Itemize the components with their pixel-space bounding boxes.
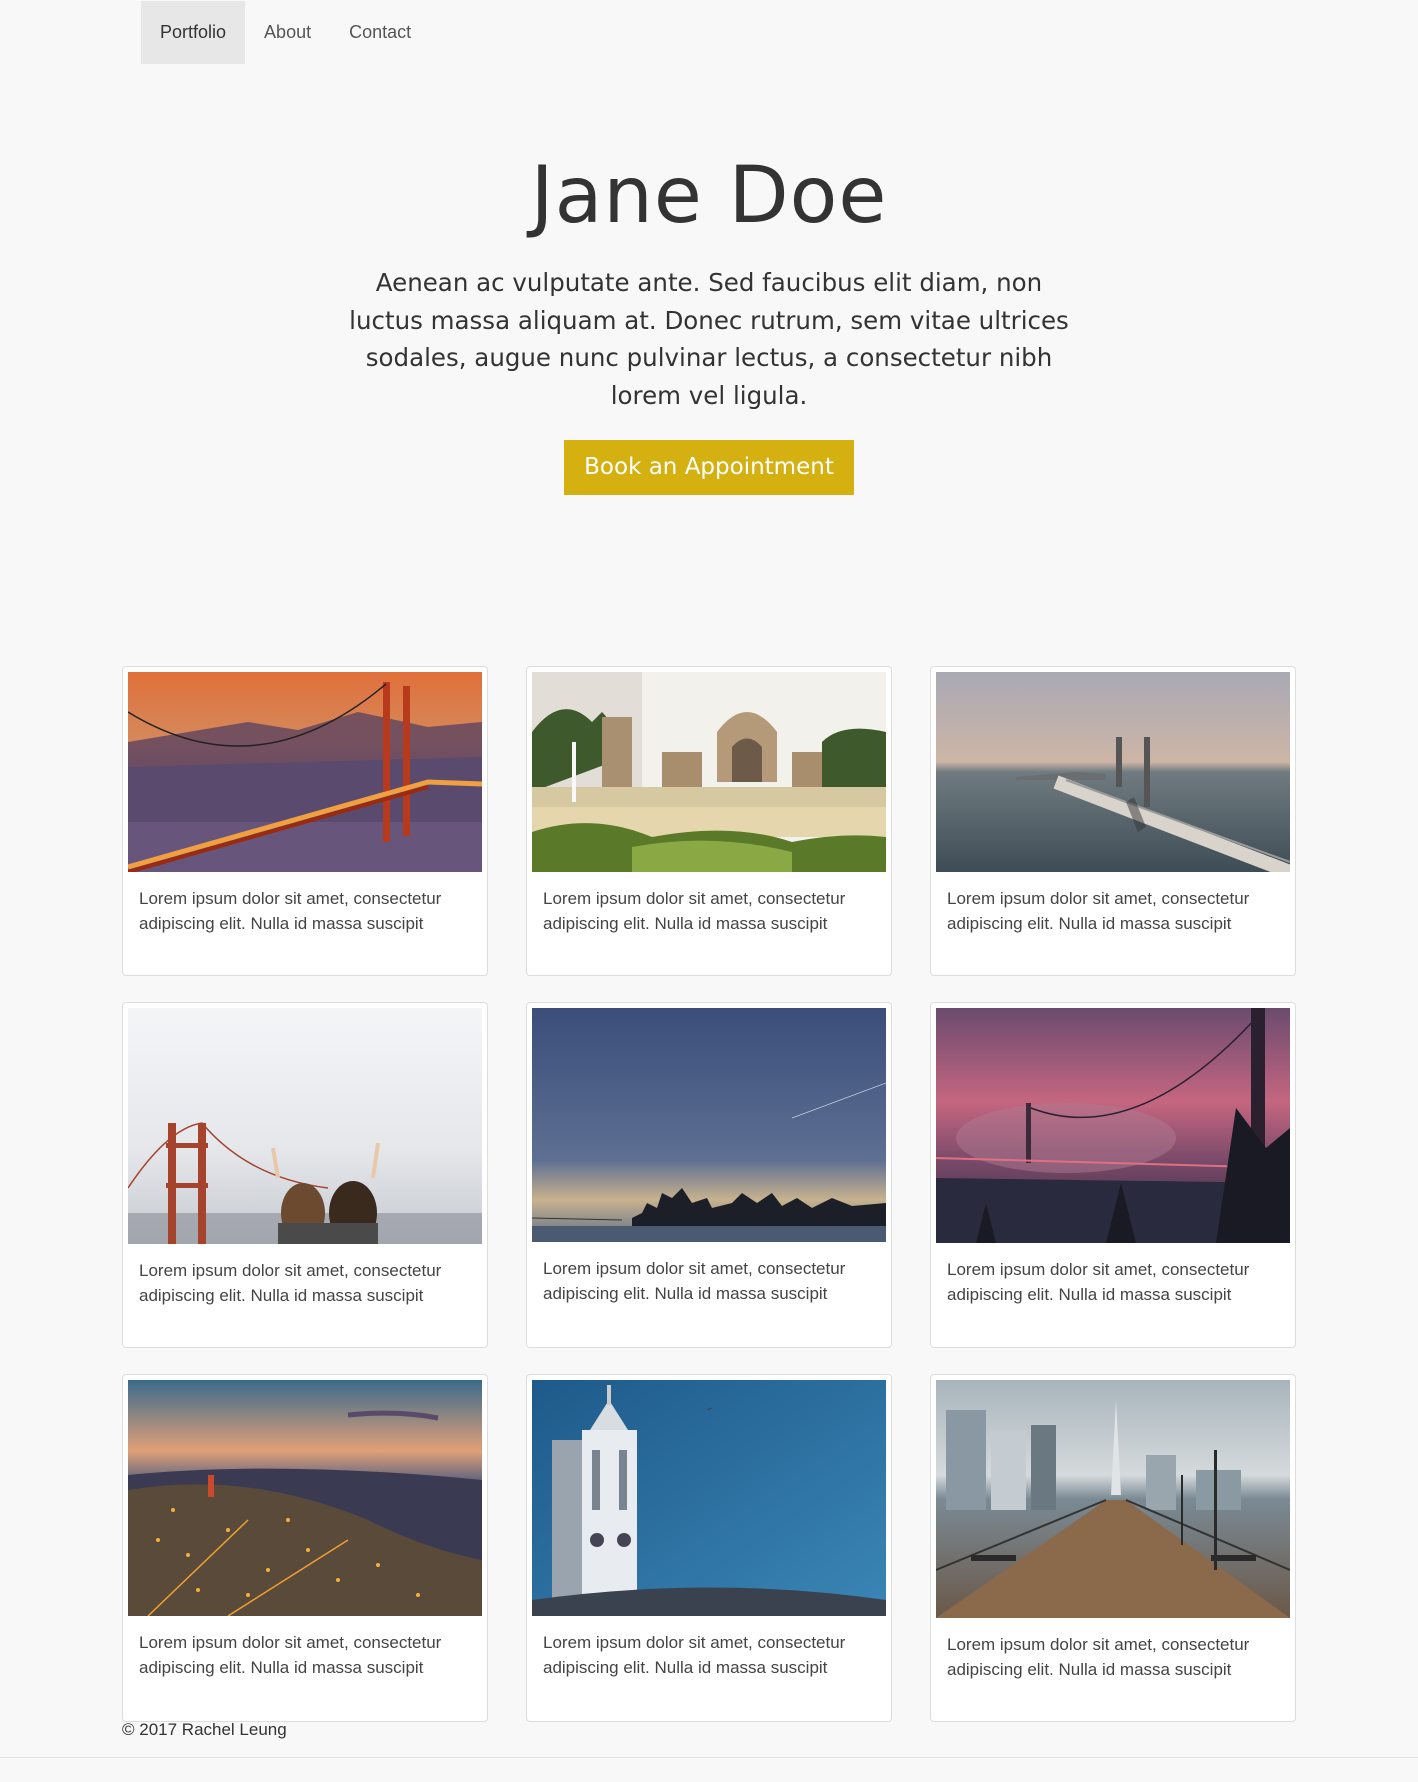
gallery-card[interactable]: Lorem ipsum dolor sit amet, consectetur …: [526, 1002, 892, 1348]
gallery-row: Lorem ipsum dolor sit amet, consectetur …: [122, 1374, 1297, 1722]
card-caption: Lorem ipsum dolor sit amet, consectetur …: [139, 1633, 442, 1677]
hero-title: Jane Doe: [530, 151, 888, 241]
golden-gate-sunset-photo[interactable]: [128, 672, 482, 872]
footer-copyright: © 2017 Rachel Leung: [122, 1720, 287, 1739]
card-caption: Lorem ipsum dolor sit amet, consectetur …: [139, 889, 442, 933]
gallery-card[interactable]: Lorem ipsum dolor sit amet, consectetur …: [526, 666, 892, 976]
gallery-card[interactable]: Lorem ipsum dolor sit amet, consectetur …: [526, 1374, 892, 1722]
gallery-card[interactable]: Lorem ipsum dolor sit amet, consectetur …: [930, 1002, 1296, 1348]
card-caption: Lorem ipsum dolor sit amet, consectetur …: [139, 1261, 442, 1305]
gallery-row: Lorem ipsum dolor sit amet, consectetur …: [122, 666, 1297, 976]
bay-bridge-aerial-photo[interactable]: [936, 672, 1290, 872]
gallery-card[interactable]: Lorem ipsum dolor sit amet, consectetur …: [930, 666, 1296, 976]
top-nav: Portfolio About Contact: [141, 1, 430, 64]
nav-portfolio[interactable]: Portfolio: [141, 1, 246, 64]
gallery-card[interactable]: Lorem ipsum dolor sit amet, consectetur …: [122, 1374, 488, 1722]
card-caption: Lorem ipsum dolor sit amet, consectetur …: [947, 889, 1250, 933]
golden-gate-fog-friends-photo[interactable]: [128, 1008, 482, 1244]
nav-about[interactable]: About: [245, 1, 330, 64]
gallery-card[interactable]: Lorem ipsum dolor sit amet, consectetur …: [122, 1002, 488, 1348]
ferry-building-tower-photo[interactable]: [532, 1380, 886, 1616]
footer-divider: [0, 1757, 1418, 1758]
nav-contact[interactable]: Contact: [330, 1, 430, 64]
portfolio-gallery: Lorem ipsum dolor sit amet, consectetur …: [122, 666, 1297, 1748]
card-caption: Lorem ipsum dolor sit amet, consectetur …: [947, 1635, 1250, 1679]
bay-bridge-pink-fog-photo[interactable]: [936, 1008, 1290, 1243]
hero-section: Jane Doe Aenean ac vulputate ante. Sed f…: [0, 150, 1418, 495]
book-appointment-button[interactable]: Book an Appointment: [564, 440, 854, 495]
gallery-card[interactable]: Lorem ipsum dolor sit amet, consectetur …: [930, 1374, 1296, 1722]
palace-of-fine-arts-photo[interactable]: [532, 672, 886, 872]
card-caption: Lorem ipsum dolor sit amet, consectetur …: [543, 889, 846, 933]
city-lights-aerial-photo[interactable]: [128, 1380, 482, 1616]
city-skyline-dusk-photo[interactable]: [532, 1008, 886, 1242]
card-caption: Lorem ipsum dolor sit amet, consectetur …: [543, 1259, 846, 1303]
pier-seven-boardwalk-photo[interactable]: [936, 1380, 1290, 1618]
gallery-row: Lorem ipsum dolor sit amet, consectetur …: [122, 1002, 1297, 1348]
gallery-card[interactable]: Lorem ipsum dolor sit amet, consectetur …: [122, 666, 488, 976]
card-caption: Lorem ipsum dolor sit amet, consectetur …: [543, 1633, 846, 1677]
hero-description: Aenean ac vulputate ante. Sed faucibus e…: [349, 268, 1069, 410]
card-caption: Lorem ipsum dolor sit amet, consectetur …: [947, 1260, 1250, 1304]
